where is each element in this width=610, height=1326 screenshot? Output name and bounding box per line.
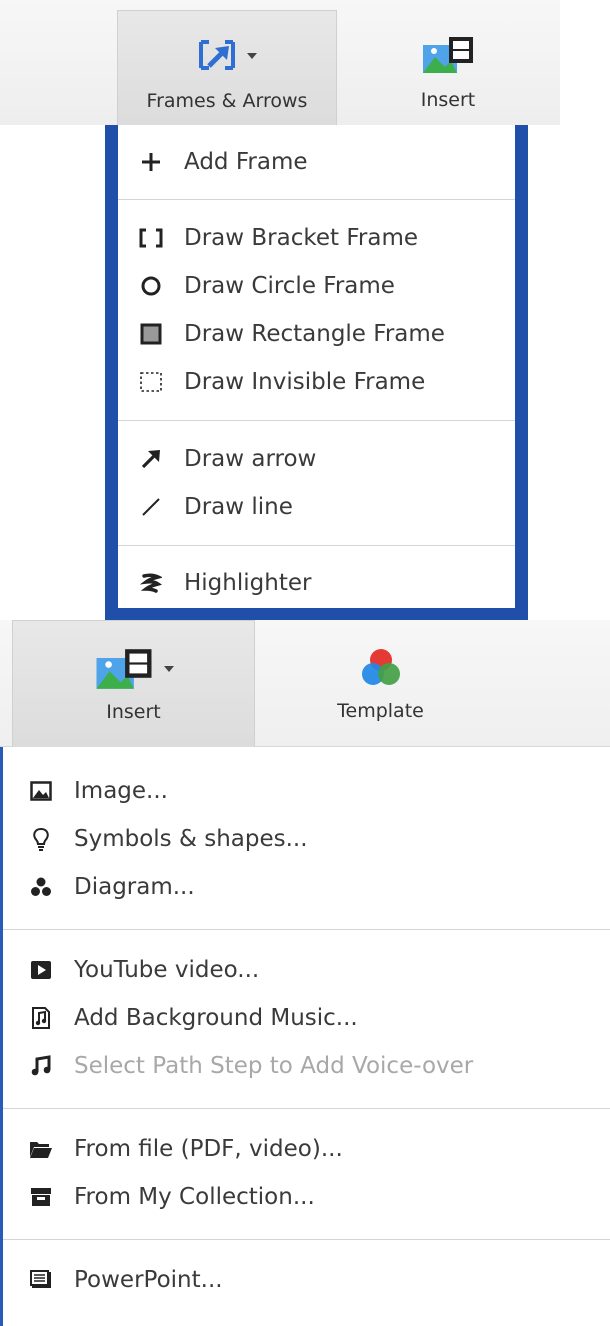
template-color-icon (358, 648, 404, 688)
lightbulb-icon (28, 826, 54, 852)
menu-item-my-collection[interactable]: From My Collection... (3, 1173, 610, 1221)
archive-icon (28, 1184, 54, 1210)
menu-item-label: Diagram... (74, 874, 195, 900)
menu-item-label: Add Background Music... (74, 1005, 358, 1031)
menu-item-label: Draw Invisible Frame (184, 369, 426, 395)
play-icon (28, 957, 54, 983)
menu-item-draw-arrow[interactable]: Draw arrow (118, 435, 515, 483)
frames-arrow-icon (197, 36, 257, 76)
menu-item-label: Select Path Step to Add Voice-over (74, 1053, 474, 1079)
menu-item-label: Draw arrow (184, 446, 317, 472)
template-button[interactable]: Template (258, 620, 503, 747)
music-note-icon (28, 1053, 54, 1079)
menu-item-voice-over: Select Path Step to Add Voice-over (3, 1042, 610, 1090)
menu-item-highlighter[interactable]: Highlighter (118, 559, 515, 607)
top-toolbar: Frames & Arrows Insert (0, 0, 560, 125)
insert-button[interactable]: Insert (338, 10, 558, 125)
menu-item-circle-frame[interactable]: Draw Circle Frame (118, 262, 515, 310)
menu-item-symbols-shapes[interactable]: Symbols & shapes... (3, 815, 610, 863)
frames-arrows-menu: Add Frame Draw Bracket Frame Draw Circle… (105, 125, 528, 620)
menu-item-label: Add Frame (184, 149, 308, 175)
insert-label: Insert (420, 89, 476, 111)
menu-item-label: Highlighter (184, 570, 312, 596)
chevron-down-icon (163, 666, 174, 672)
menu-item-label: Draw Rectangle Frame (184, 321, 445, 347)
menu-item-label: Draw Circle Frame (184, 273, 395, 299)
menu-item-draw-line[interactable]: Draw line (118, 483, 515, 531)
insert-media-icon (421, 35, 475, 75)
insert-button[interactable]: Insert (12, 620, 255, 747)
image-icon (28, 778, 54, 804)
menu-item-youtube-video[interactable]: YouTube video... (3, 946, 610, 994)
presentation-icon (28, 1267, 54, 1293)
menu-item-label: PowerPoint... (74, 1267, 223, 1293)
menu-item-add-frame[interactable]: Add Frame (118, 138, 515, 186)
frames-arrows-label: Frames & Arrows (146, 90, 308, 112)
menu-item-label: From My Collection... (74, 1184, 315, 1210)
frames-arrows-button[interactable]: Frames & Arrows (117, 10, 337, 125)
menu-item-bracket-frame[interactable]: Draw Bracket Frame (118, 214, 515, 262)
menu-item-invisible-frame[interactable]: Draw Invisible Frame (118, 358, 515, 406)
insert-label: Insert (106, 701, 161, 723)
bracket-icon (138, 225, 164, 251)
insert-menu: Image... Symbols & shapes... Diagram... (0, 747, 610, 1326)
diagram-icon (28, 874, 54, 900)
menu-item-from-file[interactable]: From file (PDF, video)... (3, 1125, 610, 1173)
insert-media-icon (94, 649, 174, 689)
menu-item-powerpoint[interactable]: PowerPoint... (3, 1256, 610, 1304)
template-label: Template (337, 700, 424, 722)
highlighter-icon (138, 570, 164, 596)
menu-item-background-music[interactable]: Add Background Music... (3, 994, 610, 1042)
circle-icon (138, 273, 164, 299)
dashed-rectangle-icon (138, 369, 164, 395)
menu-item-label: From file (PDF, video)... (74, 1136, 343, 1162)
line-icon (138, 494, 164, 520)
menu-item-image[interactable]: Image... (3, 767, 610, 815)
rectangle-icon (138, 321, 164, 347)
bottom-toolbar: Insert Template (0, 620, 610, 747)
folder-icon (28, 1136, 54, 1162)
chevron-down-icon (247, 53, 257, 59)
arrow-icon (138, 446, 164, 472)
menu-item-label: Image... (74, 778, 168, 804)
plus-icon (138, 149, 164, 175)
menu-item-label: Symbols & shapes... (74, 826, 308, 852)
menu-item-label: Draw line (184, 494, 293, 520)
menu-item-label: YouTube video... (74, 957, 260, 983)
music-file-icon (28, 1005, 54, 1031)
menu-item-rectangle-frame[interactable]: Draw Rectangle Frame (118, 310, 515, 358)
menu-item-label: Draw Bracket Frame (184, 225, 418, 251)
menu-item-diagram[interactable]: Diagram... (3, 863, 610, 911)
